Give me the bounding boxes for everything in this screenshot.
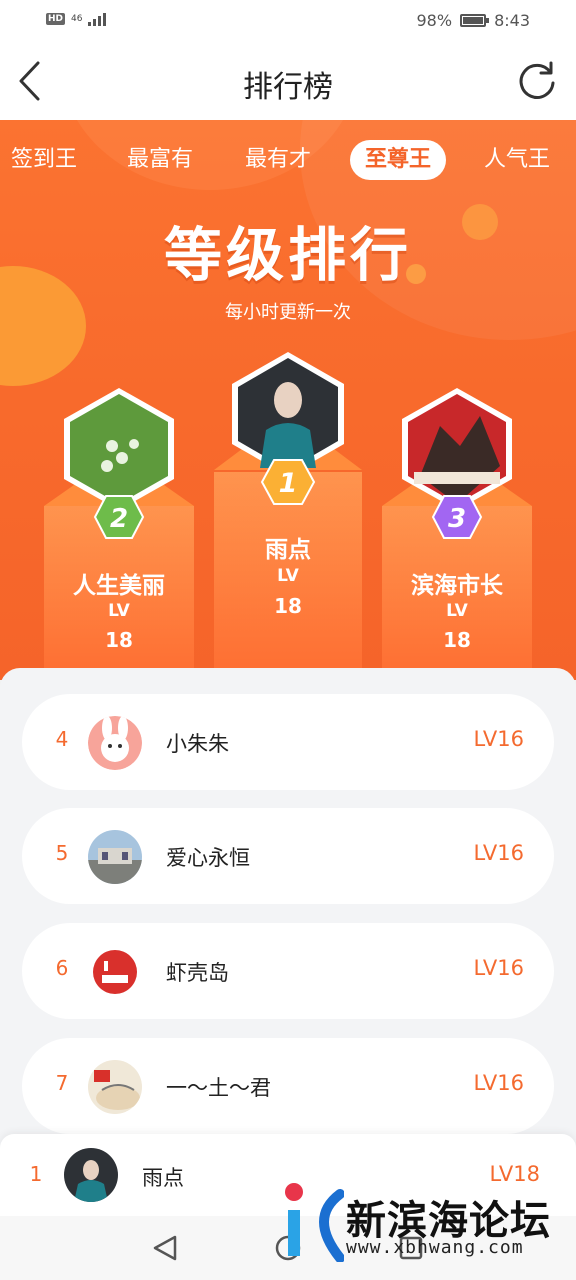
podium-name-2: 人生美丽 — [73, 573, 165, 599]
user-name: 爱心永恒 — [166, 846, 250, 870]
hero-title: 等级排行 — [163, 221, 412, 289]
list-item[interactable]: 5 爱心永恒 LV16 — [22, 808, 554, 904]
clock: 8:43 — [494, 11, 530, 30]
rank-number: 4 — [55, 727, 69, 751]
update-notice: 每小时更新一次 — [225, 302, 351, 323]
svg-text:1: 1 — [279, 468, 298, 499]
rank-number: 5 — [55, 841, 69, 865]
list-item[interactable]: 7 一～土～君 LV16 — [22, 1038, 554, 1134]
rank-badge-2: 2 — [93, 495, 145, 539]
avatar — [88, 945, 142, 999]
podium-lv-label-1: LV — [277, 566, 299, 586]
user-name: 虾壳岛 — [166, 961, 229, 985]
tab-most-talented[interactable]: 最有才 — [234, 140, 322, 180]
tab-sign-in-king[interactable]: 签到王 — [2, 140, 86, 180]
podium-lv-label-3: LV — [446, 601, 468, 621]
avatar — [88, 1060, 142, 1114]
tab-bar: 签到王 最富有 最有才 至尊王 人气王 — [0, 140, 576, 182]
my-user-name: 雨点 — [142, 1166, 184, 1190]
user-level: LV16 — [473, 1071, 524, 1095]
app-header: 排行榜 — [0, 42, 576, 120]
list-item[interactable]: 4 小朱朱 LV16 — [22, 694, 554, 790]
podium-level-1: 18 — [274, 594, 302, 618]
my-user-level: LV18 — [489, 1162, 540, 1186]
tab-richest[interactable]: 最富有 — [116, 140, 204, 180]
status-bar: HD 46 98% 8:43 — [0, 0, 576, 42]
refresh-button[interactable] — [516, 60, 558, 102]
podium-level-2: 18 — [105, 628, 133, 652]
rank-number: 7 — [55, 1071, 69, 1095]
avatar — [88, 830, 142, 884]
battery-percent: 98% — [416, 11, 453, 30]
user-name: 小朱朱 — [166, 732, 229, 756]
avatar — [88, 716, 142, 770]
list-item[interactable]: 6 虾壳岛 LV16 — [22, 923, 554, 1019]
user-level: LV16 — [473, 956, 524, 980]
user-name: 一～土～君 — [166, 1076, 271, 1100]
network-type: 46 — [71, 14, 83, 24]
svg-text:3: 3 — [448, 504, 466, 534]
watermark-url: www.xbhwang.com — [346, 1237, 524, 1258]
battery-icon — [460, 14, 490, 27]
watermark-logo — [285, 1183, 344, 1262]
nav-back-icon[interactable] — [152, 1234, 178, 1262]
my-avatar — [64, 1148, 118, 1202]
rank-number: 6 — [55, 956, 69, 980]
signal-icon — [88, 12, 107, 26]
podium-name-3: 滨海市长 — [411, 573, 503, 599]
rank-badge-1: 1 — [260, 459, 316, 505]
page-title: 排行榜 — [243, 70, 333, 105]
podium-lv-label-2: LV — [108, 601, 130, 621]
tab-popularity-king[interactable]: 人气王 — [474, 140, 560, 180]
rank-badge-3: 3 — [431, 495, 483, 539]
svg-text:2: 2 — [110, 504, 128, 534]
user-level: LV16 — [473, 841, 524, 865]
my-rank-number: 1 — [29, 1162, 43, 1186]
hero-section: 签到王 最富有 最有才 至尊王 人气王 等级排行 每小时更新一次 2 人生美丽 … — [0, 120, 576, 680]
refresh-icon — [519, 61, 555, 99]
podium-level-3: 18 — [443, 628, 471, 652]
user-level: LV16 — [473, 727, 524, 751]
podium-name-1: 雨点 — [265, 537, 311, 563]
tab-supreme-king[interactable]: 至尊王 — [350, 140, 446, 180]
hd-badge: HD — [46, 13, 66, 25]
